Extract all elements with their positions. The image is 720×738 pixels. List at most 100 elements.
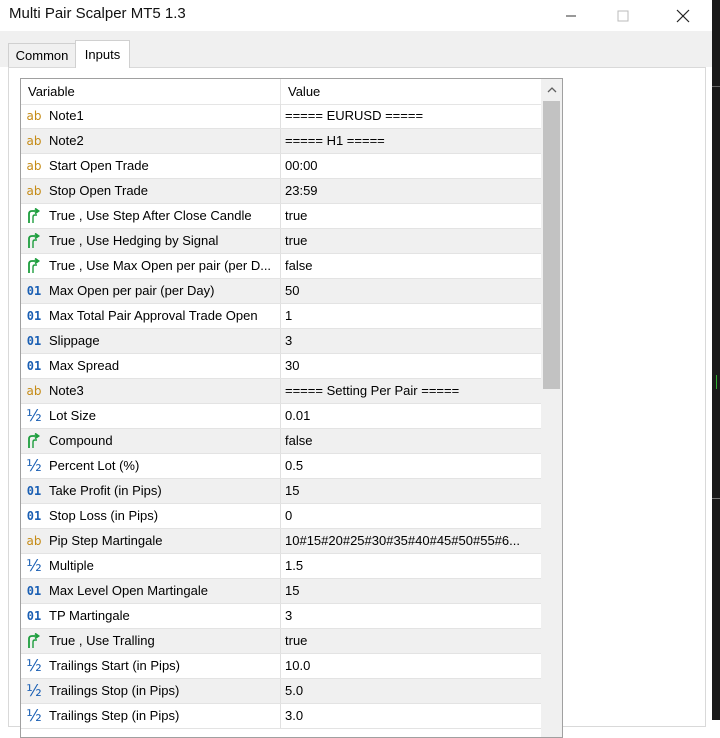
double-icon: ½ bbox=[26, 456, 42, 475]
variable-name: Stop Open Trade bbox=[49, 183, 149, 198]
table-row[interactable]: 01 Max Spread 30 bbox=[21, 354, 541, 379]
table-row[interactable]: ½ Trailings Start (in Pips) 10.0 bbox=[21, 654, 541, 679]
variable-cell: 01 Max Level Open Martingale bbox=[21, 579, 281, 603]
variable-cell: 01 Take Profit (in Pips) bbox=[21, 479, 281, 503]
integer-icon: 01 bbox=[26, 584, 42, 598]
variable-cell: True , Use Step After Close Candle bbox=[21, 204, 281, 228]
variable-cell: ½ Multiple bbox=[21, 554, 281, 578]
variable-cell: True , Use Max Open per pair (per D... bbox=[21, 254, 281, 278]
value-cell[interactable]: ===== Setting Per Pair ===== bbox=[281, 379, 541, 403]
integer-icon: 01 bbox=[26, 309, 42, 323]
table-row[interactable]: ab Note3 ===== Setting Per Pair ===== bbox=[21, 379, 541, 404]
column-header-variable[interactable]: Variable bbox=[21, 79, 281, 104]
value-cell[interactable]: 3.0 bbox=[281, 704, 541, 728]
table-row[interactable]: ½ Percent Lot (%) 0.5 bbox=[21, 454, 541, 479]
table-row[interactable]: ½ Multiple 1.5 bbox=[21, 554, 541, 579]
variable-name: True , Use Step After Close Candle bbox=[49, 208, 252, 223]
table-row[interactable]: ab Pip Step Martingale 10#15#20#25#30#35#4… bbox=[21, 529, 541, 554]
value-cell[interactable]: 0.5 bbox=[281, 454, 541, 478]
bool-icon bbox=[25, 204, 43, 228]
integer-icon: 01 bbox=[26, 359, 42, 373]
close-button[interactable] bbox=[660, 0, 706, 31]
table-row[interactable]: 01 Take Profit (in Pips) 15 bbox=[21, 479, 541, 504]
table-row[interactable]: 01 Max Level Open Martingale 15 bbox=[21, 579, 541, 604]
grid-header: Variable Value bbox=[21, 79, 541, 105]
table-row[interactable]: True , Use Step After Close Candle true bbox=[21, 204, 541, 229]
value-cell[interactable]: 0 bbox=[281, 504, 541, 528]
scrollbar-thumb[interactable] bbox=[543, 101, 560, 389]
table-row[interactable]: True , Use Tralling true bbox=[21, 629, 541, 654]
tab-inputs[interactable]: Inputs bbox=[75, 40, 130, 68]
value-cell[interactable]: 00:00 bbox=[281, 154, 541, 178]
variable-cell: ab Stop Open Trade bbox=[21, 179, 281, 203]
table-row[interactable]: ab Note1 ===== EURUSD ===== bbox=[21, 104, 541, 129]
value-cell[interactable]: 0.01 bbox=[281, 404, 541, 428]
variable-name: True , Use Hedging by Signal bbox=[49, 233, 219, 248]
value-cell[interactable]: 1 bbox=[281, 304, 541, 328]
table-row[interactable]: ½ Trailings Stop (in Pips) 5.0 bbox=[21, 679, 541, 704]
column-header-value[interactable]: Value bbox=[281, 79, 541, 104]
table-row[interactable]: 01 TP Martingale 3 bbox=[21, 604, 541, 629]
table-row[interactable]: Compound false bbox=[21, 429, 541, 454]
close-icon bbox=[676, 9, 690, 22]
table-row[interactable]: 01 Max Total Pair Approval Trade Open 1 bbox=[21, 304, 541, 329]
table-row[interactable]: True , Use Hedging by Signal true bbox=[21, 229, 541, 254]
tab-common[interactable]: Common bbox=[8, 43, 76, 67]
table-row[interactable]: ½ Lot Size 0.01 bbox=[21, 404, 541, 429]
value-cell[interactable]: 1.5 bbox=[281, 554, 541, 578]
integer-icon: 01 bbox=[26, 284, 42, 298]
value-cell[interactable]: 50 bbox=[281, 279, 541, 303]
table-row[interactable]: ab Note2 ===== H1 ===== bbox=[21, 129, 541, 154]
value-cell[interactable]: true bbox=[281, 204, 541, 228]
value-cell[interactable]: ===== H1 ===== bbox=[281, 129, 541, 153]
bool-icon bbox=[25, 629, 43, 653]
value-cell[interactable]: ===== EURUSD ===== bbox=[281, 104, 541, 128]
bool-icon bbox=[25, 229, 43, 253]
value-cell[interactable]: false bbox=[281, 429, 541, 453]
table-row[interactable]: ab Stop Open Trade 23:59 bbox=[21, 179, 541, 204]
value-cell[interactable]: 15 bbox=[281, 579, 541, 603]
bool-icon bbox=[25, 429, 43, 453]
value-cell[interactable]: 10.0 bbox=[281, 654, 541, 678]
integer-icon: 01 bbox=[26, 334, 42, 348]
value-cell[interactable]: 5.0 bbox=[281, 679, 541, 703]
variable-cell: ½ Trailings Start (in Pips) bbox=[21, 654, 281, 678]
variable-cell: ½ Trailings Stop (in Pips) bbox=[21, 679, 281, 703]
value-cell[interactable]: 23:59 bbox=[281, 179, 541, 203]
table-row[interactable]: 01 Max Open per pair (per Day) 50 bbox=[21, 279, 541, 304]
value-cell[interactable]: true bbox=[281, 229, 541, 253]
integer-icon: 01 bbox=[26, 609, 42, 623]
value-cell[interactable]: 3 bbox=[281, 329, 541, 353]
variable-cell: 01 Max Open per pair (per Day) bbox=[21, 279, 281, 303]
variable-cell: ½ Trailings Step (in Pips) bbox=[21, 704, 281, 728]
value-cell[interactable]: 15 bbox=[281, 479, 541, 503]
string-icon: ab bbox=[26, 159, 42, 173]
value-cell[interactable]: 10#15#20#25#30#35#40#45#50#55#6... bbox=[281, 529, 541, 553]
variable-cell: True , Use Tralling bbox=[21, 629, 281, 653]
grid-rows: ab Note1 ===== EURUSD ===== ab Note2 ===== H1… bbox=[21, 104, 541, 729]
vertical-scrollbar[interactable] bbox=[541, 79, 562, 737]
minimize-icon bbox=[566, 15, 576, 16]
variable-cell: 01 Stop Loss (in Pips) bbox=[21, 504, 281, 528]
table-row[interactable]: 01 Slippage 3 bbox=[21, 329, 541, 354]
variable-name: Percent Lot (%) bbox=[49, 458, 140, 473]
value-cell[interactable]: 30 bbox=[281, 354, 541, 378]
scroll-up-button[interactable] bbox=[541, 79, 562, 101]
table-row[interactable]: True , Use Max Open per pair (per D... fa… bbox=[21, 254, 541, 279]
variable-name: Trailings Stop (in Pips) bbox=[49, 683, 180, 698]
variable-name: Compound bbox=[49, 433, 113, 448]
maximize-button[interactable] bbox=[600, 0, 646, 31]
variable-name: Take Profit (in Pips) bbox=[49, 483, 162, 498]
double-icon: ½ bbox=[26, 706, 42, 725]
variable-name: Multiple bbox=[49, 558, 94, 573]
value-cell[interactable]: true bbox=[281, 629, 541, 653]
variable-cell: 01 Slippage bbox=[21, 329, 281, 353]
table-row[interactable]: ½ Trailings Step (in Pips) 3.0 bbox=[21, 704, 541, 729]
variable-cell: 01 Max Total Pair Approval Trade Open bbox=[21, 304, 281, 328]
double-icon: ½ bbox=[26, 681, 42, 700]
table-row[interactable]: ab Start Open Trade 00:00 bbox=[21, 154, 541, 179]
table-row[interactable]: 01 Stop Loss (in Pips) 0 bbox=[21, 504, 541, 529]
minimize-button[interactable] bbox=[548, 0, 594, 31]
value-cell[interactable]: false bbox=[281, 254, 541, 278]
value-cell[interactable]: 3 bbox=[281, 604, 541, 628]
